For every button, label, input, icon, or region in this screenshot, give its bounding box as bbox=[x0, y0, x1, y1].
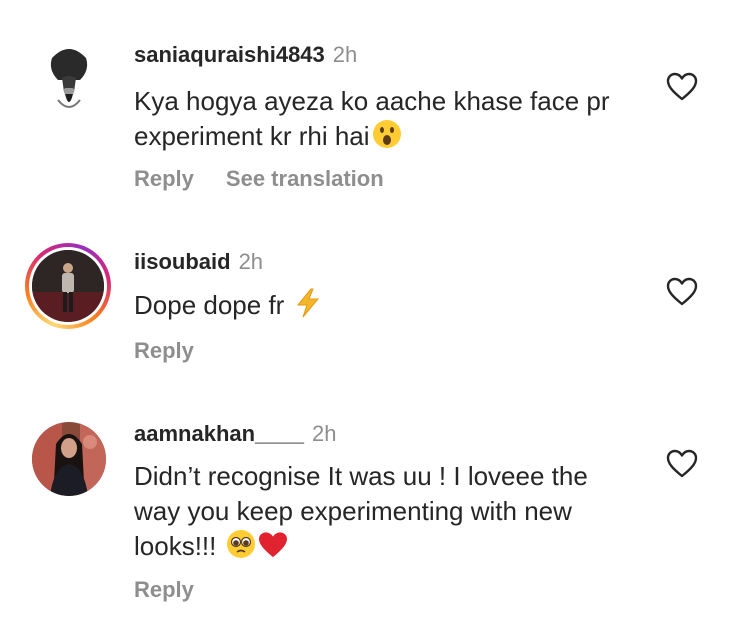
comment-text: Kya hogya ayeza ko aache khase face pr e… bbox=[134, 84, 654, 158]
avatar[interactable] bbox=[32, 40, 106, 114]
comment-meta: saniaquraishi4843 2h bbox=[134, 42, 357, 68]
comment-text: Didn’t recognise It was uu ! I loveee th… bbox=[134, 459, 634, 568]
username[interactable]: aamnakhan____ bbox=[134, 421, 304, 446]
timestamp: 2h bbox=[238, 249, 264, 274]
timestamp: 2h bbox=[312, 421, 337, 446]
like-heart-icon[interactable] bbox=[666, 449, 698, 479]
avatar-photo bbox=[32, 250, 104, 322]
username[interactable]: iisoubaid bbox=[134, 249, 231, 274]
red-heart-icon bbox=[258, 531, 288, 568]
comment-body: Didn’t recognise It was uu ! I loveee th… bbox=[134, 461, 588, 561]
comment-actions: Reply See translation bbox=[134, 166, 384, 192]
timestamp: 2h bbox=[332, 42, 358, 67]
see-translation-button[interactable]: See translation bbox=[226, 166, 384, 191]
pleading-face-icon bbox=[226, 529, 256, 568]
like-heart-icon[interactable] bbox=[666, 72, 698, 102]
like-heart-icon[interactable] bbox=[666, 277, 698, 307]
comment-actions: Reply bbox=[134, 577, 194, 603]
username[interactable]: saniaquraishi4843 bbox=[134, 42, 325, 67]
comment-actions: Reply bbox=[134, 338, 194, 364]
reply-button[interactable]: Reply bbox=[134, 577, 194, 602]
avatar bbox=[32, 250, 104, 322]
avatar[interactable] bbox=[32, 422, 106, 496]
reply-button[interactable]: Reply bbox=[134, 166, 194, 191]
lightning-icon bbox=[294, 288, 322, 327]
comment-text: Dope dope fr bbox=[134, 288, 654, 327]
comment-body: Dope dope fr bbox=[134, 290, 285, 320]
story-ring[interactable] bbox=[25, 243, 111, 329]
comment-item: saniaquraishi4843 2h Kya hogya ayeza ko a… bbox=[0, 0, 740, 205]
astonished-face-icon bbox=[372, 119, 402, 158]
avatar-photo bbox=[32, 40, 106, 114]
reply-button[interactable]: Reply bbox=[134, 338, 194, 363]
comment-meta: aamnakhan____ 2h bbox=[134, 421, 336, 447]
avatar-photo bbox=[32, 422, 106, 496]
comment-meta: iisoubaid 2h bbox=[134, 249, 263, 275]
